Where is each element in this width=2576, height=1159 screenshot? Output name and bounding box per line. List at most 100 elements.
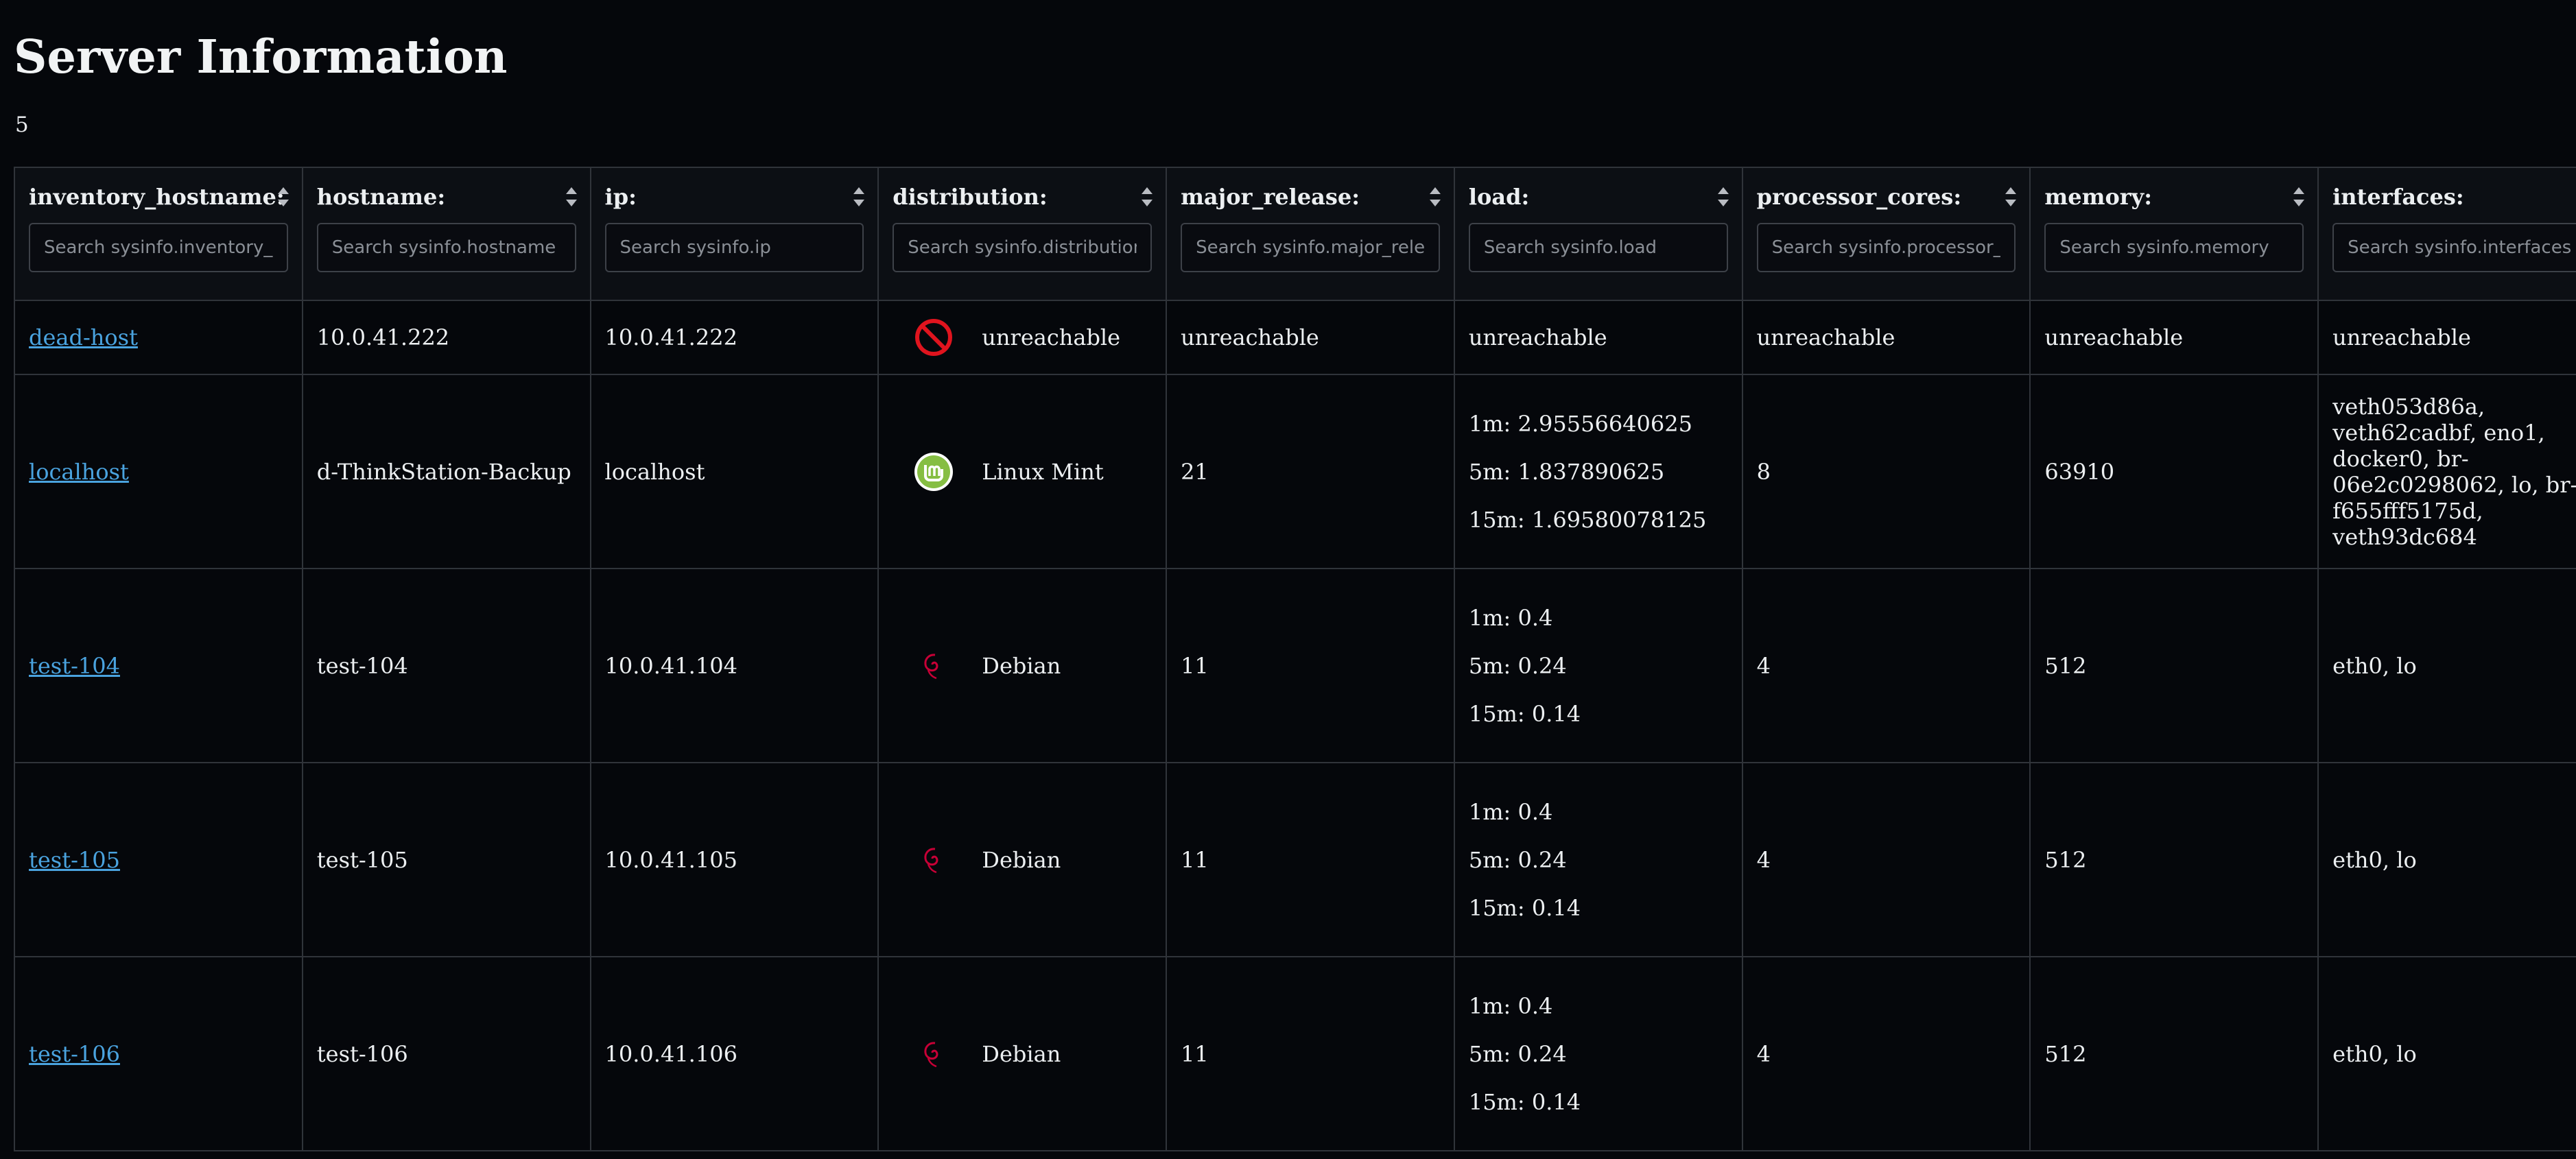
distribution-name: unreachable bbox=[982, 324, 1121, 350]
sort-icon[interactable] bbox=[853, 186, 865, 208]
hostname-cell: test-106 bbox=[301, 956, 591, 1151]
load-cell: 1m: 0.4 5m: 0.24 15m: 0.14 bbox=[1453, 568, 1743, 763]
hostname-cell: test-104 bbox=[301, 568, 591, 763]
distribution-cell: Debian bbox=[877, 762, 1168, 957]
debian-icon bbox=[924, 653, 938, 679]
host-link[interactable]: dead-host bbox=[29, 324, 138, 350]
load-5m: 5m: 1.837890625 bbox=[1468, 458, 1665, 485]
processor-cores-cell: 8 bbox=[1741, 374, 2031, 569]
major-release-cell: unreachable bbox=[1166, 300, 1455, 375]
page-title: Server Information bbox=[14, 29, 508, 84]
column-header-distribution[interactable]: distribution: bbox=[877, 167, 1168, 301]
memory-cell: 512 bbox=[2029, 956, 2319, 1151]
column-header-load[interactable]: load: bbox=[1453, 167, 1743, 301]
load-5m: 5m: 0.24 bbox=[1468, 652, 1567, 679]
column-header-ip[interactable]: ip: bbox=[589, 167, 879, 301]
search-ip-input[interactable] bbox=[604, 223, 864, 272]
column-header-memory[interactable]: memory: bbox=[2029, 167, 2319, 301]
ip-cell: 10.0.41.105 bbox=[589, 762, 879, 957]
header-row: inventory_hostname: hostname: ip: bbox=[14, 167, 2576, 301]
memory-cell: 512 bbox=[2029, 762, 2319, 957]
distribution-name: Debian bbox=[982, 652, 1061, 679]
load-cell: unreachable bbox=[1453, 300, 1743, 375]
sort-icon[interactable] bbox=[565, 186, 578, 208]
column-label: load: bbox=[1468, 184, 1530, 210]
table-row: test-105 test-105 10.0.41.105 Debian 11 bbox=[14, 762, 2576, 957]
forbidden-icon bbox=[915, 319, 953, 356]
load-15m: 15m: 0.14 bbox=[1468, 894, 1581, 921]
sort-icon[interactable] bbox=[2293, 186, 2305, 208]
column-label: ip: bbox=[604, 184, 637, 210]
inventory-hostname-cell: test-106 bbox=[14, 956, 303, 1151]
host-link[interactable]: test-105 bbox=[29, 847, 120, 873]
load-5m: 5m: 0.24 bbox=[1468, 846, 1567, 873]
load-15m: 15m: 1.69580078125 bbox=[1468, 506, 1707, 533]
column-label: interfaces: bbox=[2332, 184, 2464, 210]
major-release-cell: 11 bbox=[1166, 956, 1455, 1151]
load-1m: 1m: 0.4 bbox=[1468, 992, 1553, 1019]
hostname-cell: 10.0.41.222 bbox=[301, 300, 591, 375]
ip-cell: 10.0.41.104 bbox=[589, 568, 879, 763]
search-hostname-input[interactable] bbox=[316, 223, 576, 272]
load-cell: 1m: 2.95556640625 5m: 1.837890625 15m: 1… bbox=[1453, 374, 1743, 569]
column-label: hostname: bbox=[316, 184, 446, 210]
debian-icon bbox=[924, 1041, 938, 1067]
search-processor-cores-input[interactable] bbox=[1756, 223, 2016, 272]
ip-cell: localhost bbox=[589, 374, 879, 569]
interfaces-cell: veth053d86a, veth62cadbf, eno1, docker0,… bbox=[2317, 374, 2576, 569]
column-header-inventory-hostname[interactable]: inventory_hostname: bbox=[14, 167, 303, 301]
processor-cores-cell: unreachable bbox=[1741, 300, 2031, 375]
load-5m: 5m: 0.24 bbox=[1468, 1040, 1567, 1067]
debian-icon bbox=[924, 847, 938, 873]
column-label: processor_cores: bbox=[1756, 184, 1962, 210]
sort-icon[interactable] bbox=[1717, 186, 1729, 208]
host-link[interactable]: test-104 bbox=[29, 653, 120, 679]
column-header-processor-cores[interactable]: processor_cores: bbox=[1741, 167, 2031, 301]
column-header-interfaces[interactable]: interfaces: bbox=[2317, 167, 2576, 301]
host-count: 5 bbox=[15, 112, 29, 137]
load-cell: 1m: 0.4 5m: 0.24 15m: 0.14 bbox=[1453, 762, 1743, 957]
column-label: memory: bbox=[2044, 184, 2153, 210]
inventory-hostname-cell: localhost bbox=[14, 374, 303, 569]
interfaces-cell: eth0, lo bbox=[2317, 568, 2576, 763]
hostname-cell: d-ThinkStation-Backup bbox=[301, 374, 591, 569]
table-row: test-106 test-106 10.0.41.106 Debian 11 bbox=[14, 956, 2576, 1151]
search-inventory-hostname-input[interactable] bbox=[29, 223, 288, 272]
processor-cores-cell: 4 bbox=[1741, 956, 2031, 1151]
major-release-cell: 11 bbox=[1166, 568, 1455, 763]
host-link[interactable]: localhost bbox=[29, 459, 129, 485]
search-distribution-input[interactable] bbox=[893, 223, 1153, 272]
column-header-hostname[interactable]: hostname: bbox=[301, 167, 591, 301]
load-15m: 15m: 0.14 bbox=[1468, 1088, 1581, 1115]
distribution-cell: Debian bbox=[877, 568, 1168, 763]
table-row: dead-host 10.0.41.222 10.0.41.222 unreac… bbox=[14, 300, 2576, 375]
inventory-hostname-cell: test-105 bbox=[14, 762, 303, 957]
host-link[interactable]: test-106 bbox=[29, 1041, 120, 1067]
search-load-input[interactable] bbox=[1468, 223, 1728, 272]
major-release-cell: 21 bbox=[1166, 374, 1455, 569]
linux-mint-icon bbox=[914, 452, 954, 491]
sort-icon[interactable] bbox=[1429, 186, 1441, 208]
memory-cell: 63910 bbox=[2029, 374, 2319, 569]
interfaces-cell: eth0, lo bbox=[2317, 956, 2576, 1151]
distribution-name: Linux Mint bbox=[982, 458, 1104, 485]
sort-icon[interactable] bbox=[277, 186, 289, 208]
hostname-cell: test-105 bbox=[301, 762, 591, 957]
processor-cores-cell: 4 bbox=[1741, 568, 2031, 763]
load-1m: 1m: 0.4 bbox=[1468, 798, 1553, 825]
page: Server Information 5 inventory_hostname:… bbox=[0, 0, 2576, 1159]
search-memory-input[interactable] bbox=[2044, 223, 2304, 272]
sort-icon[interactable] bbox=[2005, 186, 2017, 208]
table-row: localhost d-ThinkStation-Backup localhos… bbox=[14, 374, 2576, 569]
column-label: major_release: bbox=[1181, 184, 1360, 210]
column-header-major-release[interactable]: major_release: bbox=[1166, 167, 1455, 301]
inventory-hostname-cell: dead-host bbox=[14, 300, 303, 375]
search-major-release-input[interactable] bbox=[1181, 223, 1440, 272]
search-interfaces-input[interactable] bbox=[2332, 223, 2576, 272]
sort-icon[interactable] bbox=[1141, 186, 1153, 208]
column-label: distribution: bbox=[893, 184, 1048, 210]
major-release-cell: 11 bbox=[1166, 762, 1455, 957]
ip-cell: 10.0.41.106 bbox=[589, 956, 879, 1151]
inventory-hostname-cell: test-104 bbox=[14, 568, 303, 763]
distribution-cell: Debian bbox=[877, 956, 1168, 1151]
